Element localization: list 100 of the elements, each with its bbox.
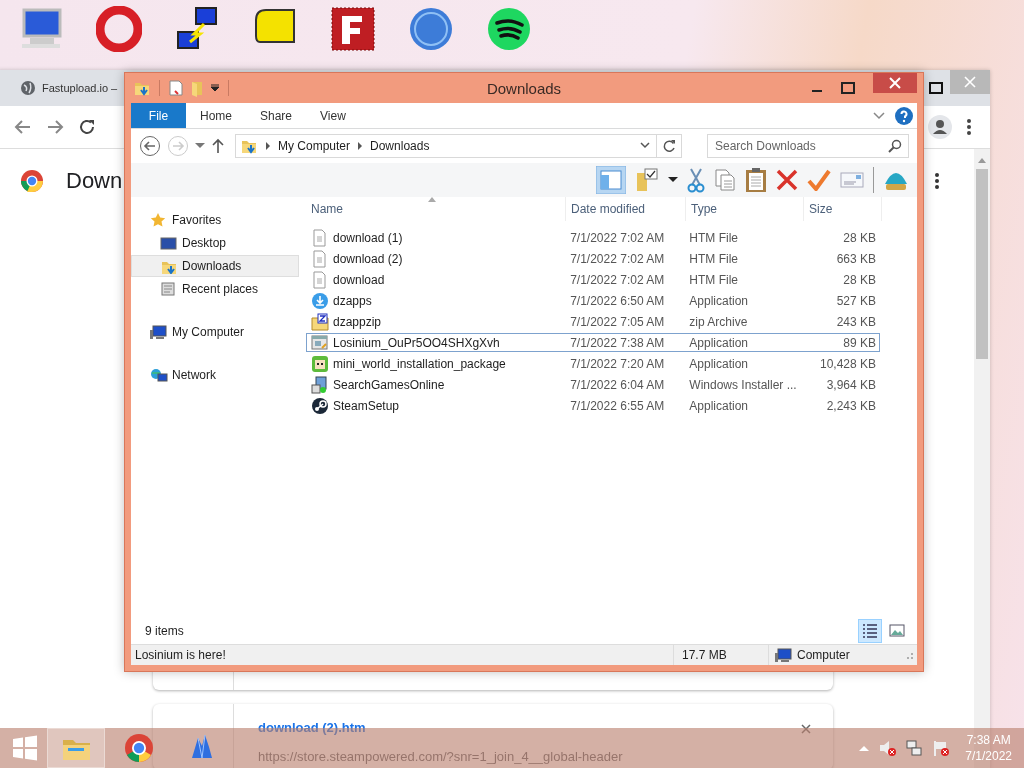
status-text: Losinium is here!	[131, 645, 674, 665]
application-icon	[311, 333, 329, 352]
type-cell-text: Application	[688, 293, 750, 308]
forward-icon[interactable]	[46, 118, 64, 136]
resize-grip-icon[interactable]	[904, 650, 914, 660]
column-header[interactable]: Name	[306, 197, 566, 221]
item-count: 9 items	[145, 624, 184, 638]
delete-icon[interactable]	[776, 169, 798, 191]
file-row[interactable]: SearchGamesOnline 7/1/2022 6:04 AM Windows Installer ... 3,964 KB	[306, 375, 880, 394]
file-row[interactable]: download (1) 7/1/2022 7:02 AM HTM File 28 KB	[306, 228, 880, 247]
browser-tab[interactable]: Fastupload.io –	[0, 70, 118, 106]
nav-item[interactable]: Recent places	[131, 278, 299, 300]
type-cell-text: Windows Installer ...	[688, 377, 798, 392]
nav-item[interactable]: Downloads	[131, 255, 299, 277]
dropdown-icon[interactable]	[210, 83, 220, 93]
paste-icon[interactable]	[745, 167, 767, 193]
size-cell-text: 527 KB	[835, 293, 877, 308]
maximize-icon[interactable]	[841, 82, 855, 94]
dropdown-icon[interactable]	[668, 177, 678, 183]
address-bar[interactable]: My Computer Downloads	[235, 134, 657, 158]
reload-icon[interactable]	[78, 118, 96, 136]
scroll-up-icon[interactable]	[978, 157, 986, 163]
size-cell-text: 663 KB	[835, 251, 877, 266]
file-row[interactable]: Losinium_OuPr5OO4SHXgXvh 7/1/2022 7:38 AM Application 89 KB	[306, 333, 880, 352]
nav-item[interactable]: Network	[131, 364, 299, 386]
archive-icon	[311, 312, 329, 331]
date-cell-text: 7/1/2022 7:02 AM	[569, 251, 666, 266]
menu-icon[interactable]	[966, 118, 972, 136]
file-name: dzapps	[333, 293, 372, 308]
download-circle-icon	[311, 291, 329, 310]
ribbon-tab[interactable]: Home	[186, 108, 246, 123]
flag-icon[interactable]	[932, 739, 951, 757]
document-icon	[311, 270, 329, 289]
computer-icon	[150, 324, 168, 340]
help-icon[interactable]	[895, 106, 913, 125]
refresh-button[interactable]	[657, 134, 682, 158]
properties-icon[interactable]	[168, 79, 184, 97]
size-cell-text: 28 KB	[842, 230, 877, 245]
maximize-icon[interactable]	[928, 80, 944, 96]
date-cell-text: 7/1/2022 7:05 AM	[569, 314, 666, 329]
file-row[interactable]: download (2) 7/1/2022 7:02 AM HTM File 663 KB	[306, 249, 880, 268]
back-icon[interactable]	[14, 118, 32, 136]
cut-icon[interactable]	[687, 167, 705, 193]
details-view-icon	[860, 621, 880, 641]
size-cell-text: 3,964 KB	[825, 377, 877, 392]
date-cell-text: 7/1/2022 7:02 AM	[569, 230, 666, 245]
date-cell-text: 7/1/2022 7:38 AM	[569, 335, 666, 350]
search-field[interactable]: Search Downloads	[707, 134, 909, 158]
file-name: mini_world_installation_package	[333, 356, 506, 371]
nav-item[interactable]: My Computer	[131, 321, 299, 343]
nav-item[interactable]: Desktop	[131, 232, 299, 254]
linked-computers-icon[interactable]	[174, 6, 220, 52]
file-menu-button[interactable]: File	[131, 103, 186, 128]
file-row[interactable]: dzapps 7/1/2022 6:50 AM Application 527 KB	[306, 291, 880, 310]
type-cell-text: zip Archive	[688, 314, 749, 329]
expand-ribbon-icon[interactable]	[873, 111, 885, 120]
network-icon	[150, 367, 168, 383]
scrollbar-thumb[interactable]	[976, 169, 988, 359]
file-row[interactable]: dzappzip 7/1/2022 7:05 AM zip Archive 243 KB	[306, 312, 880, 331]
music-app-icon[interactable]	[486, 6, 532, 52]
preview-pane-icon[interactable]	[596, 166, 626, 194]
copy-icon[interactable]	[714, 168, 736, 192]
type-cell-text: HTM File	[688, 251, 739, 266]
computer-icon	[775, 647, 793, 663]
column-header[interactable]: Date modified	[566, 197, 686, 221]
column-header[interactable]: Type	[686, 197, 804, 221]
ribbon-tab[interactable]: View	[306, 108, 360, 123]
chevron-icon	[357, 142, 364, 150]
game-character-icon	[311, 354, 329, 373]
ribbon-tab[interactable]: Share	[246, 108, 307, 123]
close-button[interactable]	[873, 73, 917, 93]
clock-date: 7/1/2022	[965, 748, 1012, 764]
globe-icon	[20, 80, 36, 96]
back-icon[interactable]	[139, 135, 161, 157]
nav-item[interactable]: Favorites	[131, 209, 299, 231]
refresh-icon	[662, 139, 676, 153]
file-row[interactable]: SteamSetup 7/1/2022 6:55 AM Application 2,243 KB	[306, 396, 880, 415]
status-location: Computer	[797, 648, 850, 662]
breadcrumb-item[interactable]: Downloads	[370, 139, 430, 153]
view-button[interactable]	[858, 619, 882, 643]
round-app-icon[interactable]	[408, 6, 454, 52]
column-header[interactable]: Size	[804, 197, 882, 221]
more-icon[interactable]	[934, 172, 940, 190]
file-row[interactable]: mini_world_installation_package 7/1/2022 7:20 AM Application 10,428 KB	[306, 354, 880, 373]
breadcrumb-item[interactable]: My Computer	[278, 139, 351, 153]
ring-icon[interactable]	[96, 6, 142, 52]
steam-circle-icon	[311, 396, 329, 415]
close-icon[interactable]	[801, 724, 811, 734]
file-name: SearchGamesOnline	[333, 377, 445, 392]
tile-icon[interactable]	[330, 6, 376, 52]
dropdown-icon	[640, 142, 650, 150]
file-row[interactable]: download 7/1/2022 7:02 AM HTM File 28 KB	[306, 270, 880, 289]
speaker-muted-icon[interactable]	[878, 739, 897, 757]
checkmark-icon[interactable]	[807, 169, 831, 191]
up-icon[interactable]	[211, 138, 225, 154]
profile-icon[interactable]	[928, 115, 952, 139]
date-cell-text: 7/1/2022 6:04 AM	[569, 377, 666, 392]
folder-check-icon[interactable]	[635, 167, 659, 193]
size-cell-text: 10,428 KB	[818, 356, 877, 371]
network-status-icon[interactable]	[905, 739, 924, 757]
